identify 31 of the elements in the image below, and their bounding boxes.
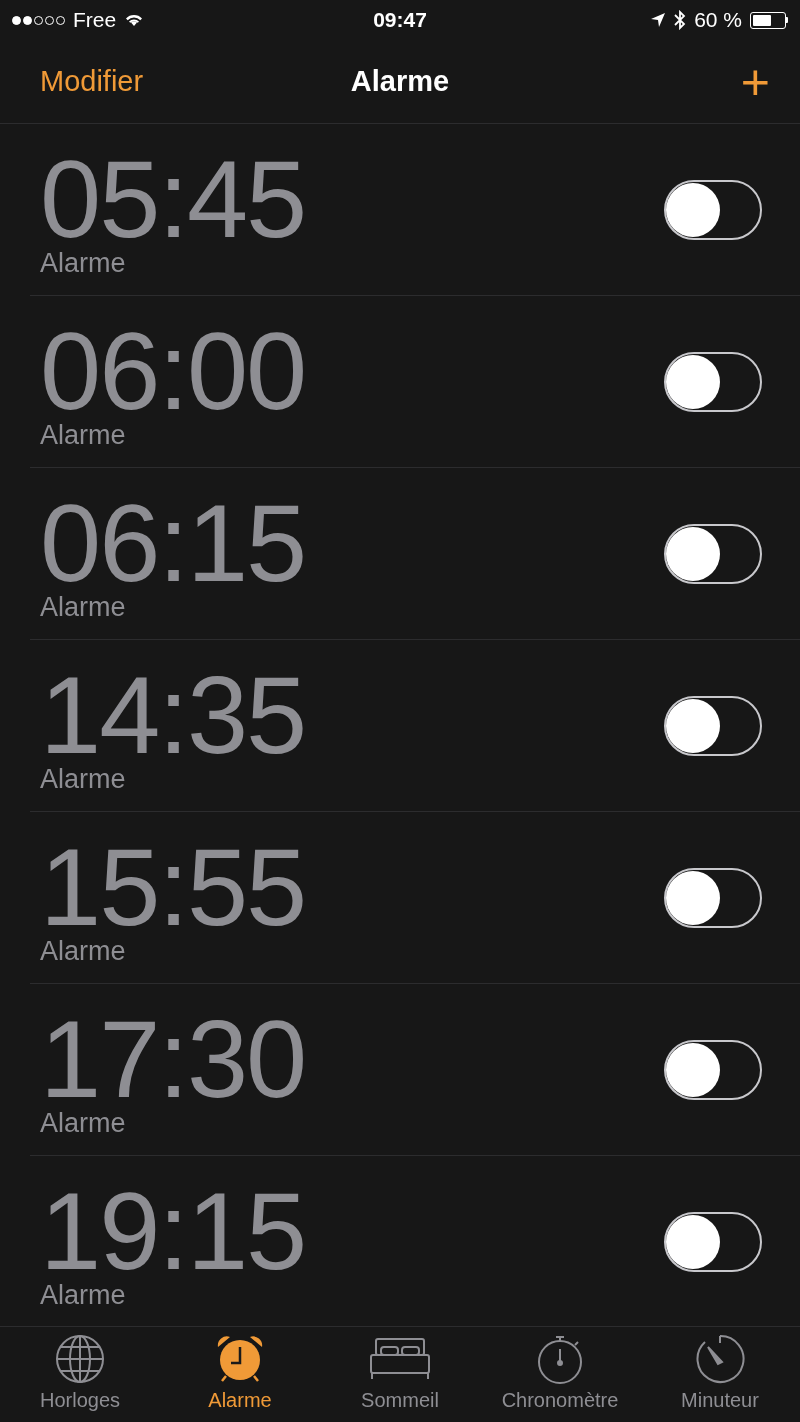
tab-item[interactable]: Chronomètre [480,1327,640,1422]
alarm-label: Alarme [40,764,127,795]
timer-icon [694,1333,746,1385]
alarm-label: Alarme [40,248,127,279]
edit-button[interactable]: Modifier [40,65,144,98]
alarm-label: Alarme [40,420,127,451]
alarm-label: Alarme [40,592,127,623]
alarm-toggle[interactable] [664,695,762,756]
bluetooth-icon [674,10,687,30]
alarm-label: Alarme [40,1108,127,1139]
tab-item[interactable]: Alarme [160,1327,320,1422]
globe-icon [54,1333,106,1385]
tab-item[interactable]: Sommeil [320,1327,480,1422]
location-icon [650,12,667,28]
battery-percent: 60 % [694,8,742,32]
alarm-label: Alarme [40,1280,127,1311]
tab-item[interactable]: Horloges [0,1327,160,1422]
alarm-toggle[interactable] [664,867,762,928]
screen-title: Alarme [350,65,450,98]
alarm-toggle[interactable] [664,1039,762,1100]
battery-icon [750,11,788,29]
tab-item[interactable]: Minuteur [640,1327,800,1422]
carrier-name: Free [73,8,117,32]
alarm-toggle[interactable] [664,1211,762,1272]
alarm-toggle[interactable] [664,351,762,412]
add-button[interactable]: + [740,56,770,107]
alarm-label: Alarme [40,936,127,967]
wifi-icon [124,13,145,27]
status-time: 09:47 [373,8,427,32]
alarm-toggle[interactable] [664,523,762,584]
alarm-toggle[interactable] [664,179,762,240]
